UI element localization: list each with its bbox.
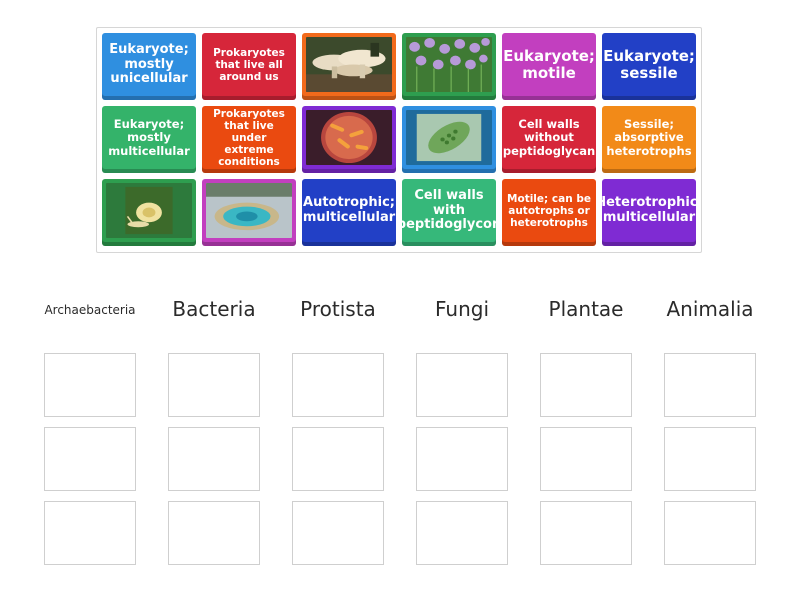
drop-slot-animalia-1[interactable] — [664, 353, 756, 417]
text-tile-heterotrophic-multicellular[interactable]: Heterotrophic; multicellular — [602, 179, 696, 246]
tile-label: Autotrophic; multicellular — [302, 195, 396, 225]
drop-slot-plantae-2[interactable] — [540, 427, 632, 491]
drop-slot-fungi-1[interactable] — [416, 353, 508, 417]
tile-label: Sessile; absorptive heterotrophs — [606, 117, 692, 158]
hot-spring-image — [206, 183, 292, 238]
tile-label: Eukaryote; mostly unicellular — [109, 41, 189, 87]
mushroom-image — [306, 37, 392, 92]
tile-label: Eukaryote; motile — [503, 46, 595, 82]
tile-label: Eukaryote; mostly multicellular — [108, 117, 190, 158]
drop-slot-fungi-3[interactable] — [416, 501, 508, 565]
text-tile-eukaryote-motile[interactable]: Eukaryote; motile — [502, 33, 596, 100]
drop-slot-archaebacteria-1[interactable] — [44, 353, 136, 417]
image-tile-snail[interactable] — [102, 179, 196, 246]
text-tile-prokaryotes-that-live-under-extreme-conditions[interactable]: Prokaryotes that live under extreme cond… — [202, 106, 296, 173]
image-tile-chives[interactable] — [402, 33, 496, 100]
drop-slot-protista-2[interactable] — [292, 427, 384, 491]
tile-label: Cell walls without peptidoglycan — [502, 117, 596, 158]
drop-slot-bacteria-1[interactable] — [168, 353, 260, 417]
tile-label: Prokaryotes that live under extreme cond… — [213, 107, 285, 169]
tile-label: Eukaryote; sessile — [603, 46, 695, 82]
drop-slot-plantae-3[interactable] — [540, 501, 632, 565]
tile-label: Cell walls with peptidoglycon — [402, 187, 496, 233]
text-tile-autotrophic-multicellular[interactable]: Autotrophic; multicellular — [302, 179, 396, 246]
drop-slot-protista-3[interactable] — [292, 501, 384, 565]
chives-image — [406, 37, 492, 92]
tile-label: Prokaryotes that live all around us — [213, 46, 285, 84]
drop-slot-fungi-2[interactable] — [416, 427, 508, 491]
column-title-archaebacteria: Archaebacteria — [44, 303, 136, 317]
text-tile-eukaryote-mostly-multicellular[interactable]: Eukaryote; mostly multicellular — [102, 106, 196, 173]
tile-label: Motile; can be autotrophs or heterotroph… — [507, 192, 591, 230]
column-title-bacteria: Bacteria — [172, 297, 256, 321]
image-tile-mushroom[interactable] — [302, 33, 396, 100]
text-tile-sessile-absorptive-heterotrophs[interactable]: Sessile; absorptive heterotrophs — [602, 106, 696, 173]
euglena-image — [406, 110, 492, 165]
drop-slot-plantae-1[interactable] — [540, 353, 632, 417]
drop-slot-bacteria-3[interactable] — [168, 501, 260, 565]
image-tile-gut-bacteria[interactable] — [302, 106, 396, 173]
drop-slot-animalia-3[interactable] — [664, 501, 756, 565]
drop-slot-archaebacteria-3[interactable] — [44, 501, 136, 565]
drop-slot-bacteria-2[interactable] — [168, 427, 260, 491]
drop-slot-protista-1[interactable] — [292, 353, 384, 417]
image-tile-euglena[interactable] — [402, 106, 496, 173]
column-title-protista: Protista — [300, 297, 376, 321]
drop-slot-archaebacteria-2[interactable] — [44, 427, 136, 491]
snail-image — [106, 183, 192, 238]
tile-tray: Eukaryote; mostly unicellular Prokaryotes… — [96, 27, 702, 253]
text-tile-cell-walls-without-peptidoglycan[interactable]: Cell walls without peptidoglycan — [502, 106, 596, 173]
column-title-fungi: Fungi — [434, 297, 489, 321]
gut-bacteria-image — [306, 110, 392, 165]
text-tile-cell-walls-with-peptidoglycon[interactable]: Cell walls with peptidoglycon — [402, 179, 496, 246]
column-title-plantae: Plantae — [548, 297, 624, 321]
image-tile-hot-spring[interactable] — [202, 179, 296, 246]
text-tile-prokaryotes-that-live-all-around-us[interactable]: Prokaryotes that live all around us — [202, 33, 296, 100]
text-tile-eukaryote-sessile[interactable]: Eukaryote; sessile — [602, 33, 696, 100]
tile-label: Heterotrophic; multicellular — [602, 195, 696, 225]
column-title-animalia: Animalia — [666, 297, 754, 321]
text-tile-motile-can-be-autotrophs-or-heterotrophs[interactable]: Motile; can be autotrophs or heterotroph… — [502, 179, 596, 246]
text-tile-eukaryote-mostly-unicellular[interactable]: Eukaryote; mostly unicellular — [102, 33, 196, 100]
drop-slot-animalia-2[interactable] — [664, 427, 756, 491]
